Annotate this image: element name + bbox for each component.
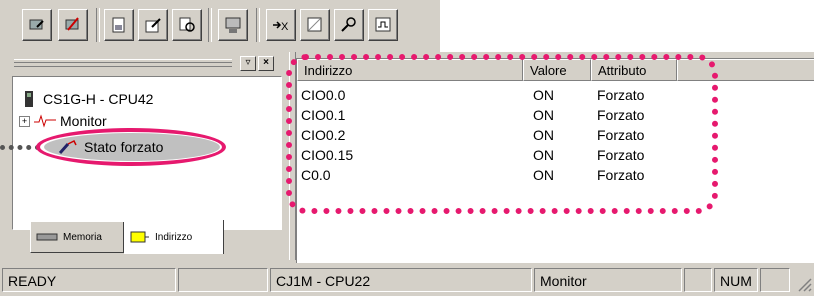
restore-icon[interactable]: ▿ xyxy=(240,56,256,71)
online-icon[interactable] xyxy=(22,9,52,41)
svg-text:X: X xyxy=(281,21,289,33)
compare-icon[interactable] xyxy=(172,9,202,41)
tab-label: Indirizzo xyxy=(155,231,193,243)
resize-grip-icon[interactable] xyxy=(796,276,812,292)
status-plc: CJ1M - CPU22 xyxy=(270,268,532,292)
attribute-cell: Forzato xyxy=(597,167,645,183)
pane-splitter[interactable] xyxy=(289,52,296,260)
address-cell: C0.0 xyxy=(301,167,331,183)
column-header-value[interactable]: Valore xyxy=(523,59,591,81)
tree-item-monitor[interactable]: + Monitor xyxy=(19,111,107,131)
status-bar: READY CJ1M - CPU22 Monitor NUM xyxy=(0,264,814,296)
address-cell: CIO0.0 xyxy=(301,87,346,103)
tree-root-label: CS1G-H - CPU42 xyxy=(43,91,154,107)
callout-leader xyxy=(0,145,40,156)
expand-icon[interactable]: + xyxy=(19,115,30,127)
toolbar-empty-area xyxy=(440,0,814,52)
transfer-icon[interactable] xyxy=(218,9,248,41)
close-icon[interactable]: × xyxy=(258,56,274,71)
attribute-cell: Forzato xyxy=(597,147,645,163)
status-empty xyxy=(178,268,268,292)
grip-handle[interactable] xyxy=(14,59,232,67)
tree-item-stato-forzato[interactable]: Stato forzato xyxy=(58,137,163,157)
tab-label: Memoria xyxy=(63,231,102,243)
plc-icon xyxy=(25,91,33,107)
column-header-empty xyxy=(677,59,814,81)
value-cell: ON xyxy=(533,87,554,103)
status-empty-2 xyxy=(684,268,712,292)
status-mode: Monitor xyxy=(534,268,682,292)
memory-icon xyxy=(36,233,58,241)
force-status-list: Indirizzo Valore Attributo CIO0.0 ON For… xyxy=(296,58,814,263)
value-cell: ON xyxy=(533,167,554,183)
force-clear-icon[interactable]: X xyxy=(266,9,296,41)
address-cell: CIO0.15 xyxy=(301,147,354,163)
address-cell: CIO0.1 xyxy=(301,107,346,123)
monitor-wave-icon xyxy=(34,114,56,128)
search-icon[interactable] xyxy=(334,9,364,41)
edit-icon[interactable] xyxy=(138,9,168,41)
column-header-address[interactable]: Indirizzo xyxy=(297,59,523,81)
monitor-icon[interactable] xyxy=(368,9,398,41)
attribute-cell: Forzato xyxy=(597,107,645,123)
status-empty-3 xyxy=(760,268,790,292)
status-num: NUM xyxy=(714,268,758,292)
address-cell: CIO0.2 xyxy=(301,127,346,143)
force-status-icon xyxy=(58,139,77,154)
attribute-cell: Forzato xyxy=(597,87,645,103)
tree-item-label: Stato forzato xyxy=(84,139,164,155)
force-icon[interactable] xyxy=(300,9,330,41)
address-icon xyxy=(130,231,149,243)
tree-item-label: Monitor xyxy=(60,113,107,129)
offline-icon[interactable] xyxy=(58,9,88,41)
application-window: X ▿ × CS1G-H - CPU42 + Monitor Memoria I… xyxy=(0,0,814,296)
column-header-attribute[interactable]: Attributo xyxy=(591,59,677,81)
value-cell: ON xyxy=(533,107,554,123)
value-cell: ON xyxy=(533,147,554,163)
tab-indirizzo[interactable]: Indirizzo xyxy=(124,220,224,254)
value-cell: ON xyxy=(533,127,554,143)
tree-root[interactable]: CS1G-H - CPU42 xyxy=(23,89,153,109)
workspace-titlebar: ▿ × xyxy=(8,54,286,72)
io-table-icon[interactable] xyxy=(104,9,134,41)
status-ready: READY xyxy=(2,268,176,292)
tab-memoria[interactable]: Memoria xyxy=(30,222,124,253)
attribute-cell: Forzato xyxy=(597,127,645,143)
toolbar: X xyxy=(0,0,440,48)
